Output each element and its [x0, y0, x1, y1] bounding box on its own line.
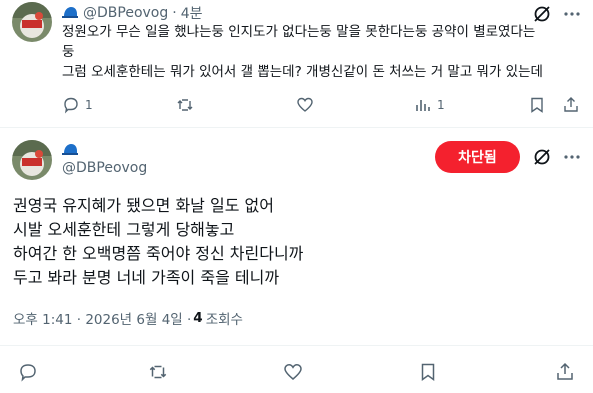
cap-icon: [62, 7, 78, 18]
heart-icon[interactable]: [283, 362, 303, 382]
reply-text-line: 정원오가 무슨 일을 했냐는둥 인지도가 없다는둥 말을 못한다는둥 공약이 별…: [62, 24, 536, 40]
share-icon: [564, 97, 578, 112]
reply-button[interactable]: 1: [62, 96, 93, 114]
reply-text: 정원오가 무슨 일을 했냐는둥 인지도가 없다는둥 말을 못한다는둥 공약이 별…: [62, 22, 577, 82]
retweet-icon[interactable]: [148, 362, 168, 382]
avatar[interactable]: [12, 140, 52, 180]
reply-count: 1: [85, 98, 93, 112]
reply-handle[interactable]: @DBPeovog: [83, 5, 168, 21]
reply-actions: 1 1: [62, 96, 582, 118]
like-button[interactable]: [296, 96, 314, 114]
reply-tweet[interactable]: @DBPeovog · 4분 정원오가 무슨 일을 했냐는둥 인지도가 없다는둥…: [0, 0, 593, 127]
retweet-icon: [177, 99, 193, 111]
main-handle[interactable]: @DBPeovog: [62, 160, 147, 176]
share-icon[interactable]: [555, 362, 575, 382]
share-button[interactable]: [562, 96, 580, 114]
tweet-line: 권영국 유지혜가 됐으면 화날 일도 없어: [13, 196, 274, 215]
analytics-icon: [416, 100, 430, 111]
separator: ·: [172, 5, 177, 21]
more-icon[interactable]: [562, 4, 582, 24]
comment-icon: [64, 97, 78, 114]
views-button[interactable]: 1: [414, 96, 445, 114]
bookmark-button[interactable]: [528, 96, 546, 114]
more-icon[interactable]: [562, 147, 582, 167]
heart-icon: [297, 97, 313, 112]
main-tweet-text: 권영국 유지혜가 됐으면 화날 일도 없어 시발 오세훈한테 그렇게 당해놓고 …: [13, 194, 583, 290]
tweet-line: 하여간 한 오백명쯤 죽어야 정신 차린다니까: [13, 244, 304, 263]
bookmark-icon: [531, 97, 543, 113]
retweet-button[interactable]: [176, 96, 194, 114]
tweet-meta: 오후 1:41 · 2026년 6월 4일 · 4 조회수: [13, 308, 243, 328]
reply-time[interactable]: 4분: [181, 3, 203, 23]
bookmark-icon[interactable]: [418, 362, 438, 382]
cap-icon: [62, 144, 78, 155]
blocked-button[interactable]: 차단됨: [435, 141, 520, 173]
comment-icon[interactable]: [18, 362, 38, 382]
reply-header: @DBPeovog · 4분: [62, 4, 203, 22]
grok-icon[interactable]: [532, 147, 552, 167]
tweet-line: 두고 봐라 분명 너네 가족이 죽을 테니까: [13, 268, 280, 287]
reply-text-line: 둥: [62, 44, 75, 60]
avatar[interactable]: [12, 2, 52, 42]
divider: [0, 345, 593, 346]
views-count: 1: [437, 98, 445, 112]
reply-text-line: 그럼 오세훈한테는 뭐가 있어서 갤 뽑는데? 개병신같이 돈 처쓰는 거 말고…: [62, 64, 543, 80]
grok-icon[interactable]: [532, 4, 552, 24]
divider: [0, 127, 593, 128]
views-label: 조회수: [205, 312, 243, 328]
timestamp[interactable]: 오후 1:41 · 2026년 6월 4일 ·: [13, 308, 191, 328]
tweet-line: 시발 오세훈한테 그렇게 당해놓고: [13, 220, 235, 239]
views-number: 4: [193, 310, 203, 326]
